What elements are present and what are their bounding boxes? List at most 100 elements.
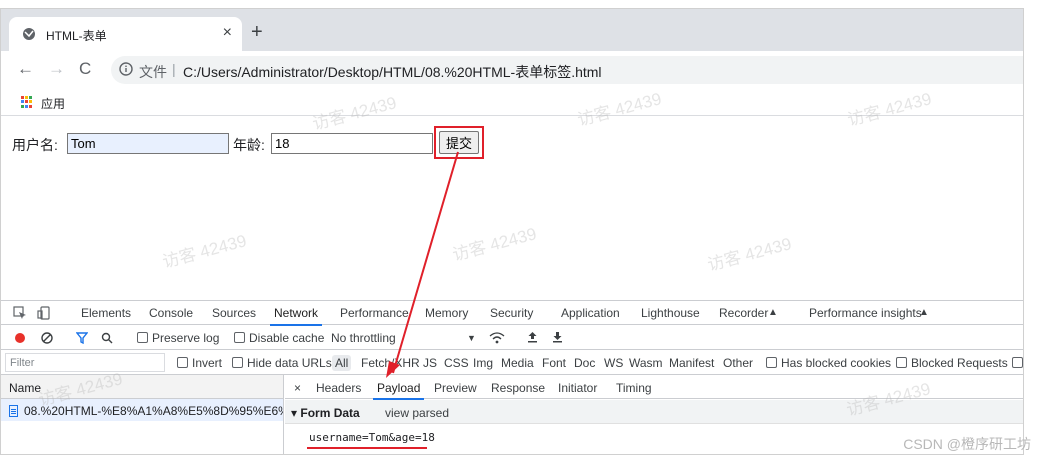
disable-cache-label: Disable cache	[249, 331, 325, 345]
preserve-log-checkbox[interactable]: Preserve log	[137, 331, 219, 345]
upload-icon[interactable]	[527, 331, 538, 343]
browser-window: HTML-表单 × + ← → C 文件 | C:/Users/Administ…	[0, 8, 1024, 455]
view-parsed-link[interactable]: view parsed	[385, 406, 449, 420]
file-scheme-label: 文件	[139, 64, 167, 80]
watermark: 访客 42439	[160, 231, 249, 272]
new-tab-button[interactable]: +	[251, 22, 263, 42]
devtools-tabs: Elements Console Sources Network Perform…	[1, 301, 1023, 326]
hide-data-urls-label: Hide data URLs	[247, 356, 332, 370]
preserve-log-label: Preserve log	[152, 331, 220, 345]
flask-icon: ▲	[919, 307, 929, 318]
watermark: 访客 42439	[450, 224, 539, 265]
filter-type-media[interactable]: Media	[501, 356, 534, 370]
blocked-requests-label: Blocked Requests	[911, 356, 1008, 370]
download-icon[interactable]	[552, 331, 563, 343]
url-text[interactable]: C:/Users/Administrator/Desktop/HTML/08.%…	[183, 62, 602, 82]
devtools-tab-security[interactable]: Security	[490, 306, 533, 320]
apps-grid-icon[interactable]	[21, 96, 33, 108]
blocked-requests-checkbox[interactable]: Blocked Requests	[896, 356, 1008, 370]
network-toolbar: Preserve log Disable cache No throttling…	[1, 325, 1023, 350]
blocked-cookies-checkbox[interactable]: Has blocked cookies	[766, 356, 891, 370]
tab-strip: HTML-表单 × +	[1, 9, 1023, 51]
devtools-tab-network[interactable]: Network	[269, 306, 323, 326]
url-separator: |	[172, 61, 176, 77]
browser-tab[interactable]: HTML-表单 ×	[9, 17, 242, 51]
age-label: 年龄:	[233, 137, 265, 153]
devtools-tab-elements[interactable]: Elements	[81, 306, 131, 320]
filter-type-css[interactable]: CSS	[444, 356, 469, 370]
filter-type-ws[interactable]: WS	[604, 356, 623, 370]
flask-icon: ▲	[768, 307, 778, 318]
detail-tab-payload[interactable]: Payload	[372, 381, 425, 400]
devtools-tab-application[interactable]: Application	[561, 306, 620, 320]
hide-data-urls-checkbox[interactable]: Hide data URLs	[232, 356, 332, 370]
filter-icon[interactable]	[76, 332, 88, 344]
request-name: 08.%20HTML-%E8%A1%A8%E5%8D%95%E6%...	[24, 404, 283, 418]
disable-cache-checkbox[interactable]: Disable cache	[234, 331, 324, 345]
invert-label: Invert	[192, 356, 223, 370]
address-bar[interactable]: 文件 | C:/Users/Administrator/Desktop/HTML…	[111, 56, 1023, 84]
filter-type-fetch-xhr[interactable]: Fetch/XHR	[361, 356, 420, 370]
search-icon[interactable]	[101, 332, 113, 344]
filter-input[interactable]: Filter	[5, 353, 165, 372]
network-conditions-icon[interactable]	[489, 331, 505, 345]
document-icon	[9, 405, 18, 417]
filter-type-manifest[interactable]: Manifest	[669, 356, 714, 370]
request-list: Name 08.%20HTML-%E8%A1%A8%E5%8D%95%E6%..…	[1, 375, 284, 454]
devtools-tab-performance-insights[interactable]: Performance insights	[809, 306, 922, 320]
invert-checkbox[interactable]: Invert	[177, 356, 222, 370]
payload-text: username=Tom&age=18	[309, 431, 435, 444]
watermark: 访客 42439	[705, 234, 794, 275]
filter-type-js[interactable]: JS	[423, 356, 437, 370]
devtools-tab-console[interactable]: Console	[149, 306, 193, 320]
filter-type-img[interactable]: Img	[473, 356, 493, 370]
detail-tab-timing[interactable]: Timing	[616, 381, 652, 395]
clear-icon[interactable]	[41, 332, 53, 344]
request-row[interactable]: 08.%20HTML-%E8%A1%A8%E5%8D%95%E6%...	[1, 399, 283, 421]
detail-tab-headers[interactable]: Headers	[316, 381, 361, 395]
globe-icon	[23, 28, 35, 40]
devtools-tab-lighthouse[interactable]: Lighthouse	[641, 306, 700, 320]
filter-type-all[interactable]: All	[332, 355, 352, 371]
page-content: 用户名: 年龄: 提交 访客 42439 访客 42439 访客 42439 访…	[1, 89, 1023, 300]
devtools-tab-memory[interactable]: Memory	[425, 306, 468, 320]
submit-button[interactable]: 提交	[439, 131, 479, 154]
filter-type-doc[interactable]: Doc	[574, 356, 595, 370]
blocked-cookies-label: Has blocked cookies	[781, 356, 892, 370]
apps-bookmark[interactable]: 应用	[41, 95, 65, 112]
detail-tab-response[interactable]: Response	[491, 381, 545, 395]
info-icon[interactable]	[119, 62, 133, 76]
bookmarks-bar: 应用	[1, 88, 1023, 116]
filter-type-wasm[interactable]: Wasm	[629, 356, 663, 370]
detail-tabs: × Headers Payload Preview Response Initi…	[285, 375, 1023, 400]
close-tab-icon[interactable]: ×	[223, 24, 232, 42]
record-icon[interactable]	[14, 332, 26, 344]
tab-title: HTML-表单	[46, 29, 107, 43]
payload-underline-annotation	[307, 447, 427, 449]
devtools-tab-performance[interactable]: Performance	[340, 306, 409, 320]
age-input[interactable]	[271, 133, 433, 154]
filter-type-font[interactable]: Font	[542, 356, 566, 370]
form-data-title[interactable]: ▾ Form Data	[291, 406, 360, 420]
detail-tab-preview[interactable]: Preview	[434, 381, 477, 395]
username-input[interactable]	[67, 133, 229, 154]
username-label: 用户名:	[12, 137, 58, 153]
form-data-section[interactable]: ▾ Form Data view parsed	[285, 400, 1023, 424]
reload-icon[interactable]: C	[79, 59, 91, 79]
devtools-panel: Elements Console Sources Network Perform…	[1, 300, 1023, 454]
devtools-tab-sources[interactable]: Sources	[212, 306, 256, 320]
back-icon[interactable]: ←	[17, 59, 34, 79]
forward-icon[interactable]: →	[48, 59, 65, 79]
device-toolbar-icon[interactable]	[37, 306, 51, 320]
inspect-element-icon[interactable]	[13, 306, 27, 320]
network-filter-bar: Filter Invert Hide data URLs All Fetch/X…	[1, 350, 1023, 375]
throttling-select[interactable]: No throttling	[331, 331, 396, 345]
devtools-tab-recorder[interactable]: Recorder	[719, 306, 768, 320]
dropdown-arrow-icon[interactable]: ▼	[467, 333, 476, 343]
close-detail-icon[interactable]: ×	[294, 381, 301, 395]
filter-type-other[interactable]: Other	[723, 356, 753, 370]
address-toolbar: ← → C 文件 | C:/Users/Administrator/Deskto…	[1, 51, 1023, 88]
name-column-header[interactable]: Name	[1, 375, 283, 399]
detail-tab-initiator[interactable]: Initiator	[558, 381, 597, 395]
more-filters-checkbox[interactable]	[1012, 356, 1023, 370]
